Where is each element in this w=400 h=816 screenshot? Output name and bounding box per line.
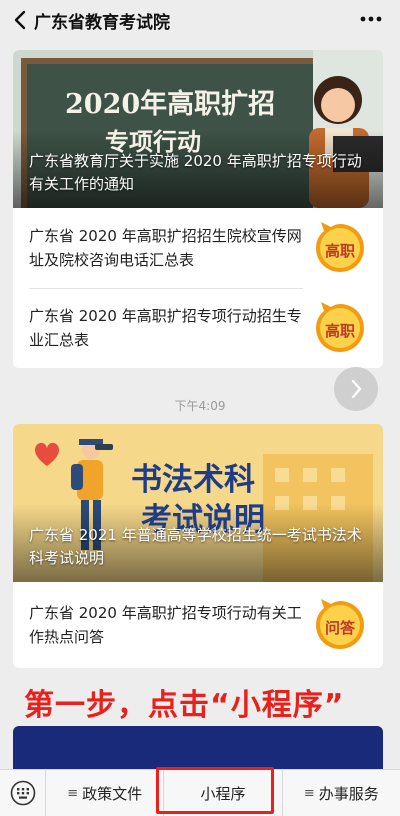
article-banner-1[interactable]: 2020年高职扩招 专项行动 广东省教育厅关于实施 2020 年高职扩招专项行动… bbox=[13, 50, 383, 208]
menu-services[interactable]: ≡ 办事服务 bbox=[283, 770, 400, 816]
article-title-1: 广东省教育厅关于实施 2020 年高职扩招专项行动有关工作的通知 bbox=[29, 152, 362, 193]
article-card-1: 2020年高职扩招 专项行动 广东省教育厅关于实施 2020 年高职扩招专项行动… bbox=[13, 50, 383, 368]
gaozhi-badge-icon: 高职 bbox=[313, 221, 367, 275]
menu-list-icon: ≡ bbox=[303, 785, 315, 801]
banner-heading-line1: 2020年高职扩招 bbox=[65, 89, 276, 120]
menu-list-icon: ≡ bbox=[67, 785, 79, 801]
menu-mini-program[interactable]: 小程序 bbox=[164, 769, 283, 816]
article-banner-2[interactable]: 书法术科 考试说明 广东省 2021 年普通高等学校招生统一考试书法术科考试说明 bbox=[13, 424, 383, 582]
menu-label: 小程序 bbox=[200, 784, 246, 803]
more-options-icon[interactable] bbox=[356, 4, 386, 34]
article-title-2: 广东省 2021 年普通高等学校招生统一考试书法术科考试说明 bbox=[29, 526, 362, 567]
keyboard-icon[interactable] bbox=[0, 769, 46, 816]
bottom-menu-bar: ≡ 政策文件 小程序 ≡ 办事服务 bbox=[0, 769, 400, 816]
badge-label: 问答 bbox=[324, 618, 355, 637]
badge-label: 高职 bbox=[324, 321, 355, 340]
wenda-badge-icon: 问答 bbox=[313, 598, 367, 652]
page-title: 广东省教育考试院 bbox=[34, 12, 170, 33]
badge-label: 高职 bbox=[324, 241, 355, 260]
list-item[interactable]: 广东省 2020 年高职扩招专项行动招生专业汇总表 高职 bbox=[13, 288, 383, 368]
top-nav-bar: 广东省教育考试院 bbox=[0, 0, 400, 40]
menu-label: 政策文件 bbox=[82, 784, 143, 803]
gaozhi-badge-icon: 高职 bbox=[313, 301, 367, 355]
menu-label: 办事服务 bbox=[318, 784, 379, 803]
list-item-title: 广东省 2020 年高职扩招专项行动有关工作热点问答 bbox=[29, 604, 302, 646]
banner-heading-line1: 书法术科 bbox=[131, 462, 255, 498]
message-timestamp: 下午4:09 bbox=[174, 399, 226, 413]
list-item-title: 广东省 2020 年高职扩招招生院校宣传网址及院校咨询电话汇总表 bbox=[29, 227, 302, 269]
list-item[interactable]: 广东省 2020 年高职扩招招生院校宣传网址及院校咨询电话汇总表 高职 bbox=[13, 208, 383, 288]
article-card-2: 书法术科 考试说明 广东省 2021 年普通高等学校招生统一考试书法术科考试说明… bbox=[13, 424, 383, 668]
menu-policy-documents[interactable]: ≡ 政策文件 bbox=[46, 769, 165, 816]
instruction-annotation: 第一步，点击“小程序” bbox=[24, 688, 345, 723]
list-item-title: 广东省 2020 年高职扩招专项行动招生专业汇总表 bbox=[29, 307, 302, 349]
list-item[interactable]: 广东省 2020 年高职扩招专项行动有关工作热点问答 问答 bbox=[13, 582, 383, 668]
